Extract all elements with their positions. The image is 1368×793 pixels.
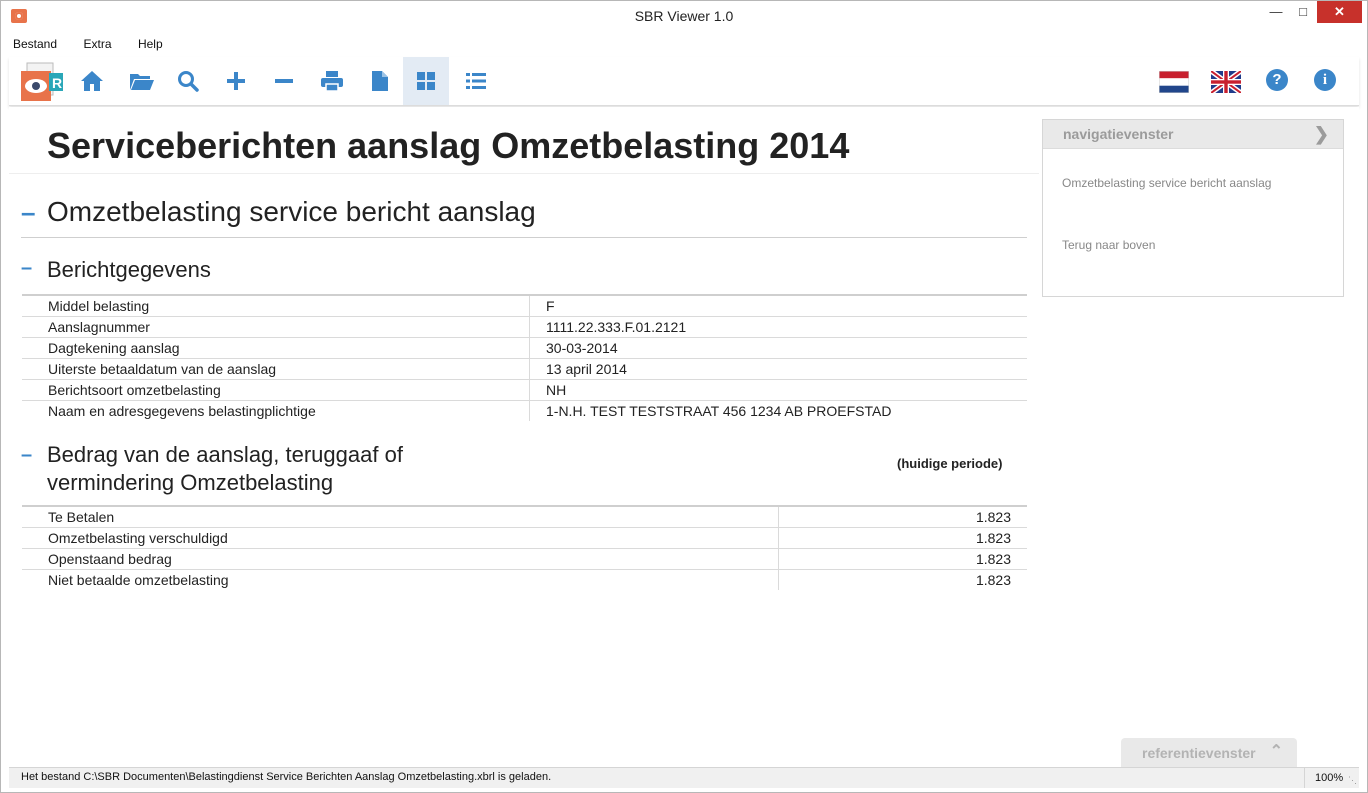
bedrag-title-line1: Bedrag van de aanslag, teruggaaf of [47, 442, 403, 467]
home-icon [81, 71, 103, 91]
document-icon [372, 71, 388, 91]
navigation-panel: navigatievenster ❯ Omzetbelasting servic… [1042, 119, 1344, 297]
table-row: Aanslagnummer 1111.22.333.F.01.2121 [22, 316, 1027, 338]
open-button[interactable] [119, 57, 165, 105]
table-row: Te Betalen 1.823 [22, 505, 1027, 528]
row-value: 1111.22.333.F.01.2121 [529, 316, 1027, 338]
reference-panel-title: referentievenster [1142, 745, 1256, 761]
toolbar: R ? i [9, 57, 1359, 106]
menu-bar: Bestand Extra Help [9, 35, 181, 55]
status-bar: Het bestand C:\SBR Documenten\Belastingd… [9, 767, 1359, 788]
folder-open-icon [130, 74, 154, 90]
maximize-button[interactable]: □ [1290, 1, 1316, 23]
app-logo: R [21, 61, 65, 103]
menu-extra[interactable]: Extra [80, 35, 116, 53]
row-value: 1.823 [778, 527, 1027, 549]
collapse-toggle[interactable]: – [21, 197, 47, 228]
chevron-right-icon[interactable]: ❯ [1314, 120, 1329, 148]
row-value: 1-N.H. TEST TESTSTRAAT 456 1234 AB PROEF… [529, 400, 1027, 421]
period-header: (huidige periode) [897, 456, 1003, 471]
row-label: Dagtekening aanslag [22, 337, 530, 359]
bedrag-heading: – Bedrag van de aanslag, teruggaaf of ve… [21, 441, 403, 497]
list-view-button[interactable] [453, 57, 499, 105]
page-title: Serviceberichten aanslag Omzetbelasting … [47, 125, 850, 166]
table-row: Berichtsoort omzetbelasting NH [22, 379, 1027, 401]
print-button[interactable] [309, 57, 355, 105]
nav-link-top[interactable]: Terug naar boven [1062, 238, 1155, 252]
close-button[interactable]: ✕ [1317, 1, 1362, 23]
berichtgegevens-table: Middel belasting F Aanslagnummer 1111.22.3… [22, 294, 1027, 421]
title-divider [9, 173, 1039, 174]
chevron-up-icon[interactable]: ⌃ [1270, 737, 1283, 767]
table-row: Niet betaalde omzetbelasting 1.823 [22, 569, 1027, 590]
reference-panel-tab[interactable]: referentievenster ⌃ [1121, 738, 1297, 767]
menu-help[interactable]: Help [134, 35, 167, 53]
row-value: NH [529, 379, 1027, 401]
svg-text:R: R [52, 75, 62, 91]
row-label: Openstaand bedrag [22, 548, 779, 570]
document-view: Serviceberichten aanslag Omzetbelasting … [9, 107, 1359, 767]
bedrag-title-line2: vermindering Omzetbelasting [47, 470, 334, 495]
row-label: Niet betaalde omzetbelasting [48, 572, 229, 588]
berichtgegevens-heading: – Berichtgegevens [21, 257, 211, 283]
row-label: Naam en adresgegevens belastingplichtige [48, 403, 316, 419]
main-section: – Omzetbelasting service bericht aanslag [21, 195, 1027, 238]
app-window: SBR Viewer 1.0 — □ ✕ Bestand Extra Help … [0, 0, 1368, 793]
window-title: SBR Viewer 1.0 [634, 8, 734, 24]
title-bar: SBR Viewer 1.0 — □ ✕ [1, 1, 1367, 31]
home-button[interactable] [69, 57, 115, 105]
row-value: 1.823 [778, 548, 1027, 570]
zoom-out-button[interactable] [261, 57, 307, 105]
collapse-toggle[interactable]: – [21, 441, 47, 497]
table-row: Omzetbelasting verschuldigd 1.823 [22, 527, 1027, 549]
berichtgegevens-title: Berichtgegevens [47, 257, 211, 282]
row-value: 1.823 [778, 569, 1027, 590]
row-label: Uiterste betaaldatum van de aanslag [22, 358, 530, 380]
row-value: F [529, 294, 1027, 317]
status-message: Het bestand C:\SBR Documenten\Belastingd… [21, 771, 552, 783]
info-icon[interactable]: i [1314, 69, 1336, 91]
menu-bestand[interactable]: Bestand [9, 35, 61, 53]
table-row: Naam en adresgegevens belastingplichtige… [22, 400, 1027, 421]
navigation-panel-title: navigatievenster [1063, 126, 1174, 142]
row-value: 1.823 [778, 505, 1027, 528]
row-label: Berichtsoort omzetbelasting [22, 379, 530, 401]
navigation-panel-header[interactable]: navigatievenster ❯ [1043, 120, 1343, 149]
search-icon [178, 71, 199, 92]
section-divider [21, 237, 1027, 238]
zoom-in-button[interactable] [213, 57, 259, 105]
row-label: Middel belasting [22, 294, 530, 317]
nav-link-section[interactable]: Omzetbelasting service bericht aanslag [1062, 176, 1271, 190]
grid-view-button[interactable] [403, 57, 449, 105]
row-label: Aanslagnummer [22, 316, 530, 338]
flag-nl-icon[interactable] [1158, 70, 1190, 94]
document-button[interactable] [357, 57, 403, 105]
collapse-toggle[interactable]: – [21, 257, 47, 283]
list-view-icon [466, 73, 486, 89]
table-row: Dagtekening aanslag 30-03-2014 [22, 337, 1027, 359]
print-icon [321, 71, 343, 92]
row-value: 13 april 2014 [529, 358, 1027, 380]
zoom-in-icon [227, 72, 245, 90]
help-icon[interactable]: ? [1266, 69, 1288, 91]
row-value: 30-03-2014 [529, 337, 1027, 359]
resize-grip-icon[interactable]: ⋱ [1348, 775, 1357, 786]
table-row: Uiterste betaaldatum van de aanslag 13 ap… [22, 358, 1027, 380]
flag-uk-icon[interactable] [1209, 68, 1243, 96]
section-title: Omzetbelasting service bericht aanslag [47, 196, 536, 227]
row-label: Omzetbelasting verschuldigd [22, 527, 779, 549]
table-row: Middel belasting F [22, 294, 1027, 317]
row-label: Te Betalen [22, 505, 779, 528]
bedrag-table: Te Betalen 1.823 Omzetbelasting verschuld… [22, 505, 1027, 590]
zoom-out-icon [275, 79, 293, 83]
grid-view-icon [417, 72, 435, 90]
minimize-button[interactable]: — [1263, 1, 1289, 23]
search-button[interactable] [165, 57, 211, 105]
table-row: Openstaand bedrag 1.823 [22, 548, 1027, 570]
